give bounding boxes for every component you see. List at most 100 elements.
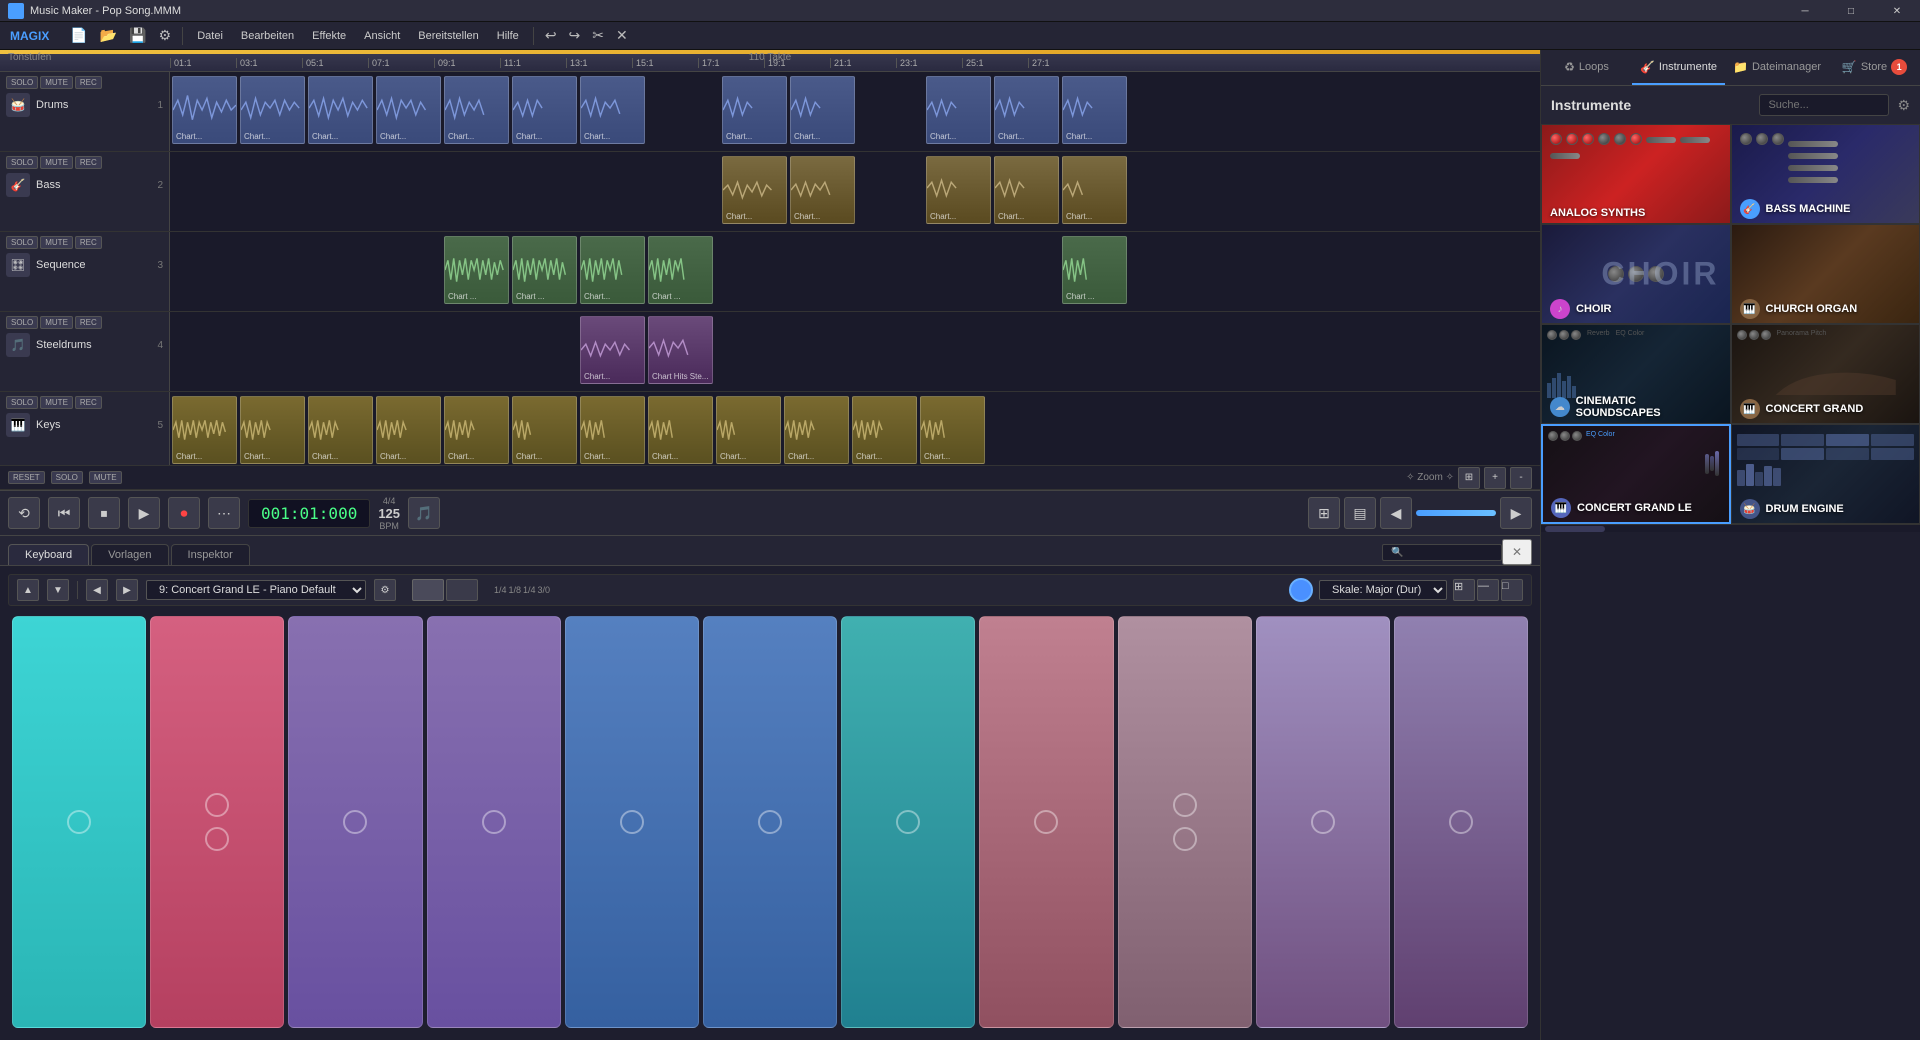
toolbar-open-btn[interactable]: 📂 <box>95 25 122 46</box>
metronome-btn[interactable]: 🎵 <box>408 497 440 529</box>
instrument-card-concert-grand-le[interactable]: EQ Color 🎹 CONCERT GRAND LE <box>1541 424 1731 524</box>
audio-clip[interactable]: Chart... <box>580 316 645 384</box>
piano-pad-4[interactable] <box>427 616 561 1028</box>
track-content-sd[interactable]: Chart... Chart Hits Ste... <box>170 312 1540 391</box>
audio-clip[interactable]: Chart... <box>376 396 441 464</box>
rec-btn-bass[interactable]: REC <box>75 156 102 169</box>
solo-btn-bass[interactable]: SOLO <box>6 156 38 169</box>
tab-loops[interactable]: ♻ Loops <box>1541 50 1632 85</box>
kb-scale-select[interactable]: Skale: Major (Dur) <box>1319 580 1447 600</box>
track-content-seq[interactable]: Chart ... Chart ... Chart... Chart <box>170 232 1540 311</box>
audio-clip[interactable]: Chart... <box>1062 76 1127 144</box>
tab-store[interactable]: 🛒 Store 1 <box>1829 50 1920 85</box>
audio-clip[interactable]: Chart ... <box>512 236 577 304</box>
piano-pad-8[interactable] <box>979 616 1113 1028</box>
piano-pad-10[interactable] <box>1256 616 1390 1028</box>
audio-clip[interactable]: Chart... <box>994 76 1059 144</box>
audio-clip[interactable]: Chart... <box>790 156 855 224</box>
audio-clip[interactable]: Chart... <box>172 396 237 464</box>
audio-clip[interactable]: Chart... <box>994 156 1059 224</box>
minimize-button[interactable]: ─ <box>1782 0 1828 22</box>
solo-btn-keys[interactable]: SOLO <box>6 396 38 409</box>
mute-all-btn[interactable]: MUTE <box>89 471 122 484</box>
menu-hilfe[interactable]: Hilfe <box>489 24 527 48</box>
piano-pad-7[interactable] <box>841 616 975 1028</box>
kb-nav-next[interactable]: ▶ <box>116 579 138 601</box>
toolbar-redo-btn[interactable]: ↪ <box>564 25 586 46</box>
instrument-card-analog-synths[interactable]: ANALOG SYNTHS <box>1541 124 1731 224</box>
audio-clip[interactable]: Chart... <box>926 156 991 224</box>
zoom-full-btn[interactable]: ⊞ <box>1458 467 1480 489</box>
audio-clip[interactable]: Chart... <box>722 76 787 144</box>
kb-extra-2[interactable]: — <box>1477 579 1499 601</box>
kb-extra-3[interactable]: □ <box>1501 579 1523 601</box>
audio-clip[interactable]: Chart... <box>580 396 645 464</box>
reset-btn[interactable]: RESET <box>8 471 45 484</box>
instrument-card-concert-grand[interactable]: Panorama Pitch 🎹 CONCERT GRAND <box>1731 324 1920 424</box>
audio-clip[interactable]: Chart... <box>444 76 509 144</box>
audio-clip[interactable]: Chart... <box>716 396 781 464</box>
vol-left-btn[interactable]: ◀ <box>1380 497 1412 529</box>
audio-clip[interactable]: Chart... <box>376 76 441 144</box>
audio-clip[interactable]: Chart... <box>308 396 373 464</box>
toolbar-close-btn[interactable]: ✕ <box>611 25 633 46</box>
solo-btn-seq[interactable]: SOLO <box>6 236 38 249</box>
audio-clip[interactable]: Chart ... <box>1062 236 1127 304</box>
instrument-card-drum-engine[interactable]: 🥁 DRUM ENGINE <box>1731 424 1920 524</box>
solo-all-btn[interactable]: SOLO <box>51 471 83 484</box>
toolbar-save-btn[interactable]: 💾 <box>124 25 151 46</box>
menu-ansicht[interactable]: Ansicht <box>356 24 408 48</box>
close-button[interactable]: ✕ <box>1874 0 1920 22</box>
kb-preset-select[interactable]: 9: Concert Grand LE - Piano Default <box>146 580 366 600</box>
toolbar-new-btn[interactable]: 📄 <box>65 25 92 46</box>
track-content-drums[interactable]: Chart... Chart... Chart... Chart... <box>170 72 1540 151</box>
piano-pad-6[interactable] <box>703 616 837 1028</box>
tab-search-input[interactable] <box>1382 544 1502 561</box>
zoom-in-btn[interactable]: + <box>1484 467 1506 489</box>
panel-close-btn[interactable]: ✕ <box>1502 539 1532 565</box>
more-btn[interactable]: ⋯ <box>208 497 240 529</box>
loop-btn[interactable]: ⟲ <box>8 497 40 529</box>
mute-btn-seq[interactable]: MUTE <box>40 236 73 249</box>
audio-clip[interactable]: Chart... <box>240 76 305 144</box>
tab-vorlagen[interactable]: Vorlagen <box>91 544 168 565</box>
mute-btn-sd[interactable]: MUTE <box>40 316 73 329</box>
audio-clip[interactable]: Chart... <box>580 236 645 304</box>
audio-clip[interactable]: Chart... <box>852 396 917 464</box>
kb-nav-prev[interactable]: ◀ <box>86 579 108 601</box>
stop-btn[interactable]: ⏹ <box>88 497 120 529</box>
kb-settings-btn[interactable]: ⚙ <box>374 579 396 601</box>
instruments-settings-btn[interactable]: ⚙ <box>1897 97 1910 114</box>
solo-btn-drums[interactable]: SOLO <box>6 76 38 89</box>
audio-clip[interactable]: Chart... <box>240 396 305 464</box>
toolbar-settings-btn[interactable]: ⚙ <box>154 25 177 46</box>
mute-btn-bass[interactable]: MUTE <box>40 156 73 169</box>
zoom-out-btn[interactable]: - <box>1510 467 1532 489</box>
piano-pad-1[interactable] <box>12 616 146 1028</box>
view-btn[interactable]: ▤ <box>1344 497 1376 529</box>
kb-extra-1[interactable]: ⊞ <box>1453 579 1475 601</box>
rec-btn-seq[interactable]: REC <box>75 236 102 249</box>
instrument-card-church-organ[interactable]: 🎹 CHURCH ORGAN <box>1731 224 1920 324</box>
audio-clip[interactable]: Chart... <box>920 396 985 464</box>
menu-bearbeiten[interactable]: Bearbeiten <box>233 24 302 48</box>
tab-keyboard[interactable]: Keyboard <box>8 544 89 565</box>
piano-pad-5[interactable] <box>565 616 699 1028</box>
audio-clip[interactable]: Chart... <box>512 76 577 144</box>
maximize-button[interactable]: □ <box>1828 0 1874 22</box>
instrument-card-bass-machine[interactable]: 🎸 BASS MACHINE <box>1731 124 1920 224</box>
volume-slider[interactable] <box>1416 510 1496 516</box>
menu-effekte[interactable]: Effekte <box>304 24 354 48</box>
piano-pad-3[interactable] <box>288 616 422 1028</box>
piano-pad-9[interactable] <box>1118 616 1252 1028</box>
kb-mode-1[interactable] <box>412 579 444 601</box>
piano-pad-11[interactable] <box>1394 616 1528 1028</box>
audio-clip[interactable]: Chart... <box>308 76 373 144</box>
mute-btn-keys[interactable]: MUTE <box>40 396 73 409</box>
instruments-search-input[interactable] <box>1759 94 1889 116</box>
toolbar-scissors-btn[interactable]: ✂ <box>587 25 609 46</box>
audio-clip[interactable]: Chart Hits Ste... <box>648 316 713 384</box>
right-scrollbar[interactable] <box>1541 524 1920 532</box>
grid-btn[interactable]: ⊞ <box>1308 497 1340 529</box>
audio-clip[interactable]: Chart... <box>784 396 849 464</box>
